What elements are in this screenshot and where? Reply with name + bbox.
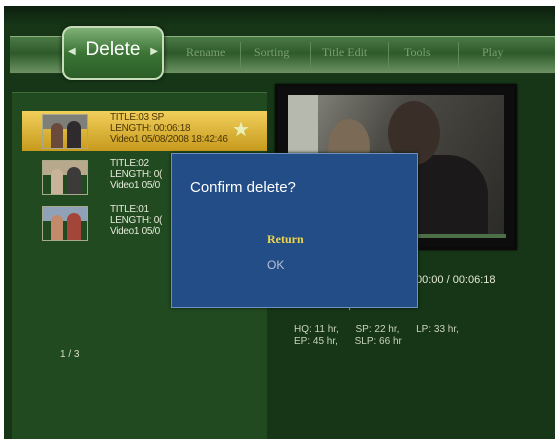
title-length: LENGTH: 0(	[110, 169, 163, 180]
menu-item-play[interactable]: Play	[482, 45, 503, 60]
menu-separator	[240, 42, 241, 68]
title-name: TITLE:02	[110, 158, 149, 169]
menu-item-rename[interactable]: Rename	[186, 45, 225, 60]
title-source-date: Video1 05/0	[110, 226, 160, 237]
title-source-date: Video1 05/0	[110, 180, 160, 191]
menu-separator	[310, 42, 311, 68]
recording-times-line-1: HQ: 11 hr, SP: 22 hr, LP: 33 hr,	[294, 324, 459, 335]
star-icon: ★	[232, 119, 250, 141]
menu-separator	[458, 42, 459, 68]
tv-screen: Rename Sorting Title Edit Tools Play ◀ D…	[4, 6, 555, 439]
recording-times-line-2: EP: 45 hr, SLP: 66 hr	[294, 336, 402, 347]
title-info: TITLE:01 LENGTH: 0( Video1 05/0	[110, 204, 162, 237]
playback-time: 00:00 / 00:06:18	[416, 274, 496, 286]
title-thumbnail	[42, 114, 88, 149]
return-button[interactable]: Return	[267, 232, 304, 247]
title-list-item[interactable]: TITLE:03 SP LENGTH: 00:06:18 Video1 05/0…	[22, 111, 267, 151]
title-info: TITLE:02 LENGTH: 0( Video1 05/0	[110, 158, 162, 191]
dialog-title: Confirm delete?	[190, 179, 296, 196]
menu-item-sorting[interactable]: Sorting	[254, 45, 289, 60]
title-length: LENGTH: 0(	[110, 215, 163, 226]
ok-button[interactable]: OK	[267, 258, 284, 272]
confirm-delete-dialog: Confirm delete? Return OK	[171, 153, 418, 308]
title-thumbnail	[42, 206, 88, 241]
title-thumbnail	[42, 160, 88, 195]
title-name: TITLE:01	[110, 204, 149, 215]
title-name: TITLE:03 SP	[110, 112, 164, 123]
tab-delete-label: Delete	[85, 39, 141, 60]
title-source-date: Video1 05/08/2008 18:42:46	[110, 134, 228, 145]
menu-separator	[388, 42, 389, 68]
page-indicator: 1 / 3	[60, 349, 80, 360]
top-glow	[4, 6, 555, 26]
menu-item-tools[interactable]: Tools	[404, 45, 431, 60]
menu-item-title-edit[interactable]: Title Edit	[322, 45, 367, 60]
playback-progress-bar	[406, 234, 506, 238]
title-info: TITLE:03 SP LENGTH: 00:06:18 Video1 05/0…	[110, 112, 228, 145]
tab-delete[interactable]: ◀ Delete ▶	[62, 26, 164, 80]
arrow-right-icon: ▶	[150, 46, 158, 57]
title-length: LENGTH: 00:06:18	[110, 123, 191, 134]
